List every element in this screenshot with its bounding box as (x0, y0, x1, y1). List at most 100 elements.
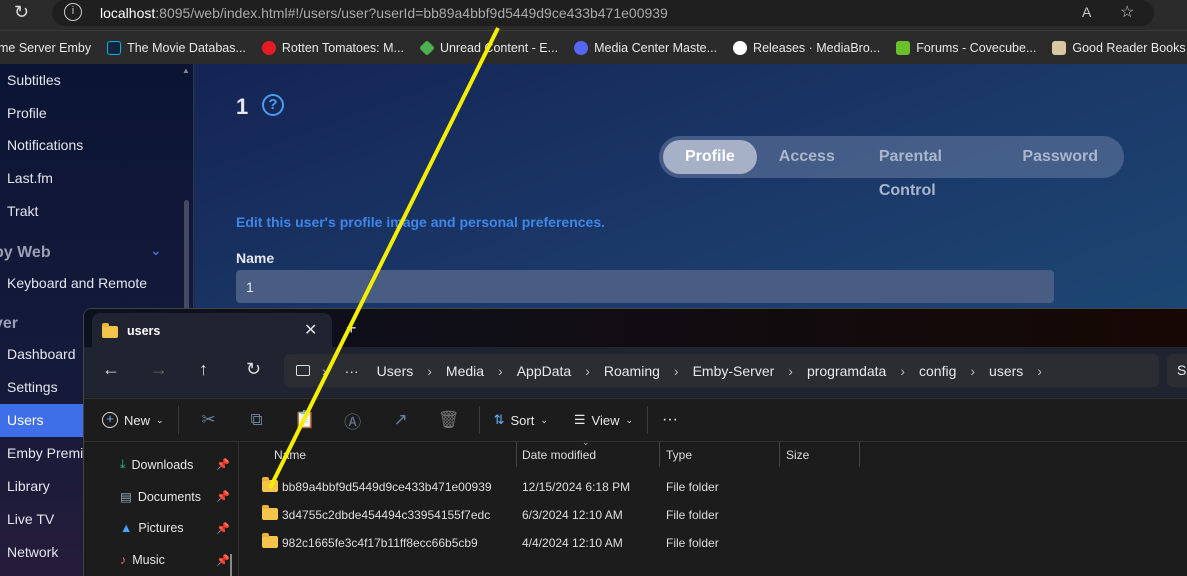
sidebar-item-trakt[interactable]: Trakt (7, 203, 38, 219)
sidebar-item-settings[interactable]: Settings (7, 379, 58, 395)
copy-icon[interactable]: ⧉ (233, 410, 281, 430)
reload-icon[interactable]: ↻ (14, 2, 29, 23)
sidebar-item-dashboard[interactable]: Dashboard (7, 346, 76, 362)
breadcrumb[interactable]: › ··· Users › Media › AppData › Roaming › Em… (284, 354, 1159, 387)
crumb-users-current[interactable]: users (989, 363, 1023, 379)
column-name[interactable]: Name (274, 448, 306, 462)
sort-button[interactable]: ⇅ Sort ⌄ (494, 412, 548, 428)
tomato-icon (261, 40, 276, 55)
pin-icon[interactable]: 📌 (216, 554, 230, 567)
crumb-emby-server[interactable]: Emby-Server (693, 363, 775, 379)
bookmark[interactable]: Releases · MediaBro... (733, 40, 880, 55)
user-edit-page: 1 ? Edit this user's profile image and p… (195, 64, 1187, 309)
bookmark[interactable]: Good Reader Books (1052, 40, 1186, 55)
file-row[interactable]: 982c1665fe3c4f17b11ff8ecc66b5cb9 4/4/2024… (260, 530, 960, 556)
unread-icon (419, 39, 435, 56)
crumb-programdata[interactable]: programdata (807, 363, 886, 379)
bookmark[interactable]: Media Center Maste... (574, 40, 717, 55)
nav-music[interactable]: ♪ Music 📌 (120, 553, 230, 567)
name-input[interactable]: 1 (236, 270, 1054, 303)
sidebar-item-livetv[interactable]: Live TV (7, 511, 54, 527)
file-row[interactable]: 3d4755c2dbde454494c33954155f7edc 6/3/2024… (260, 502, 960, 528)
file-name: bb89a4bbf9d5449d9ce433b471e00939 (282, 480, 492, 494)
refresh-icon[interactable]: ↻ (246, 359, 261, 380)
new-tab-icon[interactable]: + (346, 318, 357, 339)
file-row[interactable]: bb89a4bbf9d5449d9ce433b471e00939 12/15/20… (260, 474, 960, 500)
address-bar[interactable]: i localhost:8095/web/index.html#!/users/… (52, 0, 1154, 26)
sidebar-item-library[interactable]: Library (7, 478, 50, 494)
crumb-users[interactable]: Users (377, 363, 414, 379)
nav-label: Downloads (131, 457, 194, 472)
sidebar-item-keyboard[interactable]: Keyboard and Remote (7, 275, 147, 291)
crumb-media[interactable]: Media (446, 363, 484, 379)
name-label: Name (236, 250, 275, 266)
navigation-pane: ⤓ Downloads 📌 ▤ Documents 📌 ▲ Pictures 📌 ♪ Musi… (84, 442, 239, 576)
nav-downloads[interactable]: ⤓ Downloads 📌 (120, 457, 230, 472)
sidebar-item-lastfm[interactable]: Last.fm (7, 170, 53, 186)
up-arrow-icon[interactable]: ↑ (199, 359, 208, 380)
bookmark[interactable]: Rotten Tomatoes: M... (261, 40, 404, 55)
tab-access[interactable]: Access (757, 140, 857, 174)
pin-icon[interactable]: 📌 (216, 522, 230, 535)
column-size[interactable]: Size (786, 448, 809, 462)
crumb-appdata[interactable]: AppData (517, 363, 571, 379)
bookmark[interactable]: me Server Emby (0, 41, 91, 55)
nav-scrollbar[interactable] (230, 554, 232, 576)
back-arrow-icon[interactable]: ← (102, 359, 120, 380)
rename-icon[interactable]: Ⓐ (329, 408, 377, 433)
favorite-star-icon[interactable]: ☆ (1120, 2, 1134, 22)
read-aloud-icon[interactable]: A (1082, 4, 1091, 20)
file-name: 3d4755c2dbde454494c33954155f7edc (282, 508, 491, 522)
forward-arrow-icon[interactable]: → (150, 359, 168, 380)
picture-icon: ▲ (120, 521, 133, 535)
column-date-modified[interactable]: Date modified (522, 448, 596, 462)
sidebar-section-server[interactable]: ver (0, 315, 18, 333)
crumb-config[interactable]: config (919, 363, 956, 379)
delete-icon[interactable]: 🗑 (425, 410, 473, 430)
crumb-roaming[interactable]: Roaming (604, 363, 660, 379)
close-tab-icon[interactable]: ✕ (304, 320, 317, 340)
share-icon[interactable]: ↗ (377, 410, 425, 430)
view-lines-icon: ☰ (573, 412, 586, 427)
discord-icon (574, 40, 589, 55)
explorer-tab[interactable]: users ✕ (92, 313, 332, 347)
sidebar-section-emby-web[interactable]: by Web (0, 244, 51, 262)
cut-icon[interactable]: ✂ (185, 410, 233, 430)
pin-icon[interactable]: 📌 (216, 458, 230, 471)
nav-pictures[interactable]: ▲ Pictures 📌 (120, 521, 230, 535)
sidebar-scrollbar[interactable] (184, 200, 189, 310)
plus-icon: + (102, 412, 118, 428)
tab-password[interactable]: Password (1000, 140, 1120, 174)
sidebar-item-subtitles[interactable]: Subtitles (7, 72, 61, 88)
tab-parental-control[interactable]: Parental Control (857, 140, 1001, 199)
site-info-icon[interactable]: i (64, 3, 82, 21)
bookmark-label: Unread Content - E... (439, 40, 559, 55)
more-options-icon[interactable]: ··· (662, 411, 678, 429)
nav-documents[interactable]: ▤ Documents 📌 (120, 489, 230, 505)
paste-icon[interactable]: 📋 (281, 410, 329, 430)
browser-toolbar: ↻ i localhost:8095/web/index.html#!/user… (0, 0, 1187, 30)
bookmark[interactable]: Unread Content - E... (419, 39, 559, 56)
scroll-up-icon[interactable]: ▲ (182, 66, 190, 75)
bookmark[interactable]: Forums - Covecube... (896, 40, 1036, 55)
sidebar-item-profile[interactable]: Profile (7, 105, 47, 121)
sidebar-item-users[interactable]: Users (7, 412, 44, 428)
bookmark[interactable]: The Movie Databas... (107, 40, 246, 55)
nav-label: Pictures (138, 521, 184, 535)
sidebar-item-notifications[interactable]: Notifications (7, 137, 83, 153)
nav-label: Documents (137, 489, 202, 504)
column-type[interactable]: Type (666, 448, 692, 462)
user-tabs: Profile Access Parental Control Password (659, 136, 1124, 199)
more-icon[interactable]: ··· (345, 363, 359, 379)
folder-icon (102, 323, 118, 338)
new-button[interactable]: + New ⌄ (102, 412, 164, 428)
search-input[interactable]: S (1167, 354, 1187, 387)
url-host: localhost (100, 5, 156, 21)
view-button[interactable]: ☰ View ⌄ (574, 412, 633, 428)
chevron-down-icon[interactable]: ⌄ (150, 242, 162, 259)
pin-icon[interactable]: 📌 (216, 490, 230, 503)
sidebar-item-premiere[interactable]: Emby Premi (7, 445, 83, 461)
help-icon[interactable]: ? (262, 94, 284, 116)
tab-profile[interactable]: Profile (663, 140, 757, 174)
sidebar-item-network[interactable]: Network (7, 544, 58, 560)
